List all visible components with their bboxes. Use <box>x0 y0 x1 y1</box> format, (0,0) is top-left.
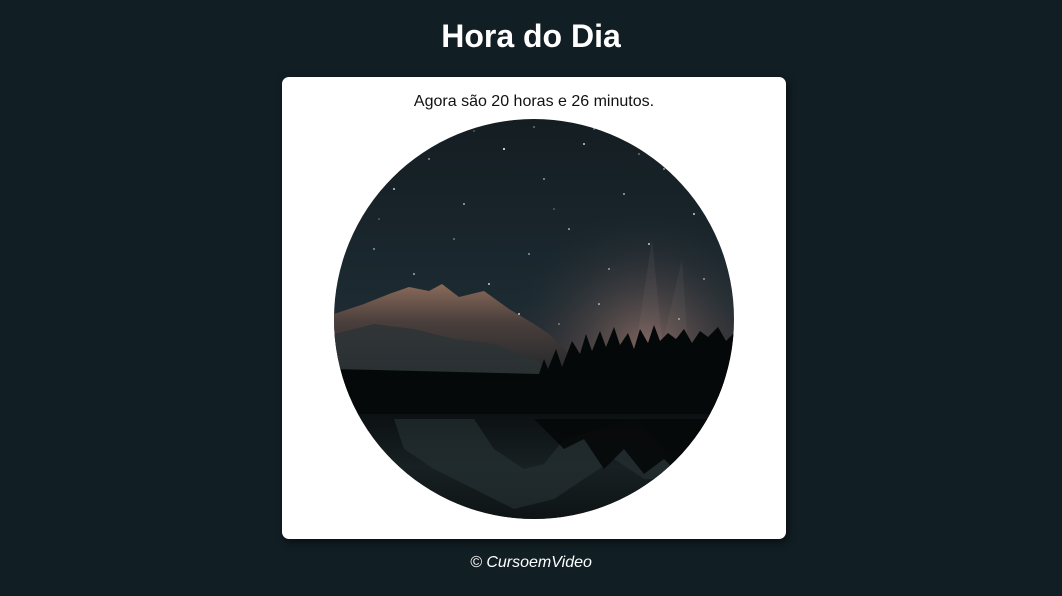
content-card: Agora são 20 horas e 26 minutos. <box>282 77 786 539</box>
time-message: Agora são 20 horas e 26 minutos. <box>413 93 655 110</box>
page-title: Hora do Dia <box>441 18 621 54</box>
footer-copyright: © CursoemVideo <box>470 554 592 571</box>
night-landscape-image <box>334 119 734 519</box>
